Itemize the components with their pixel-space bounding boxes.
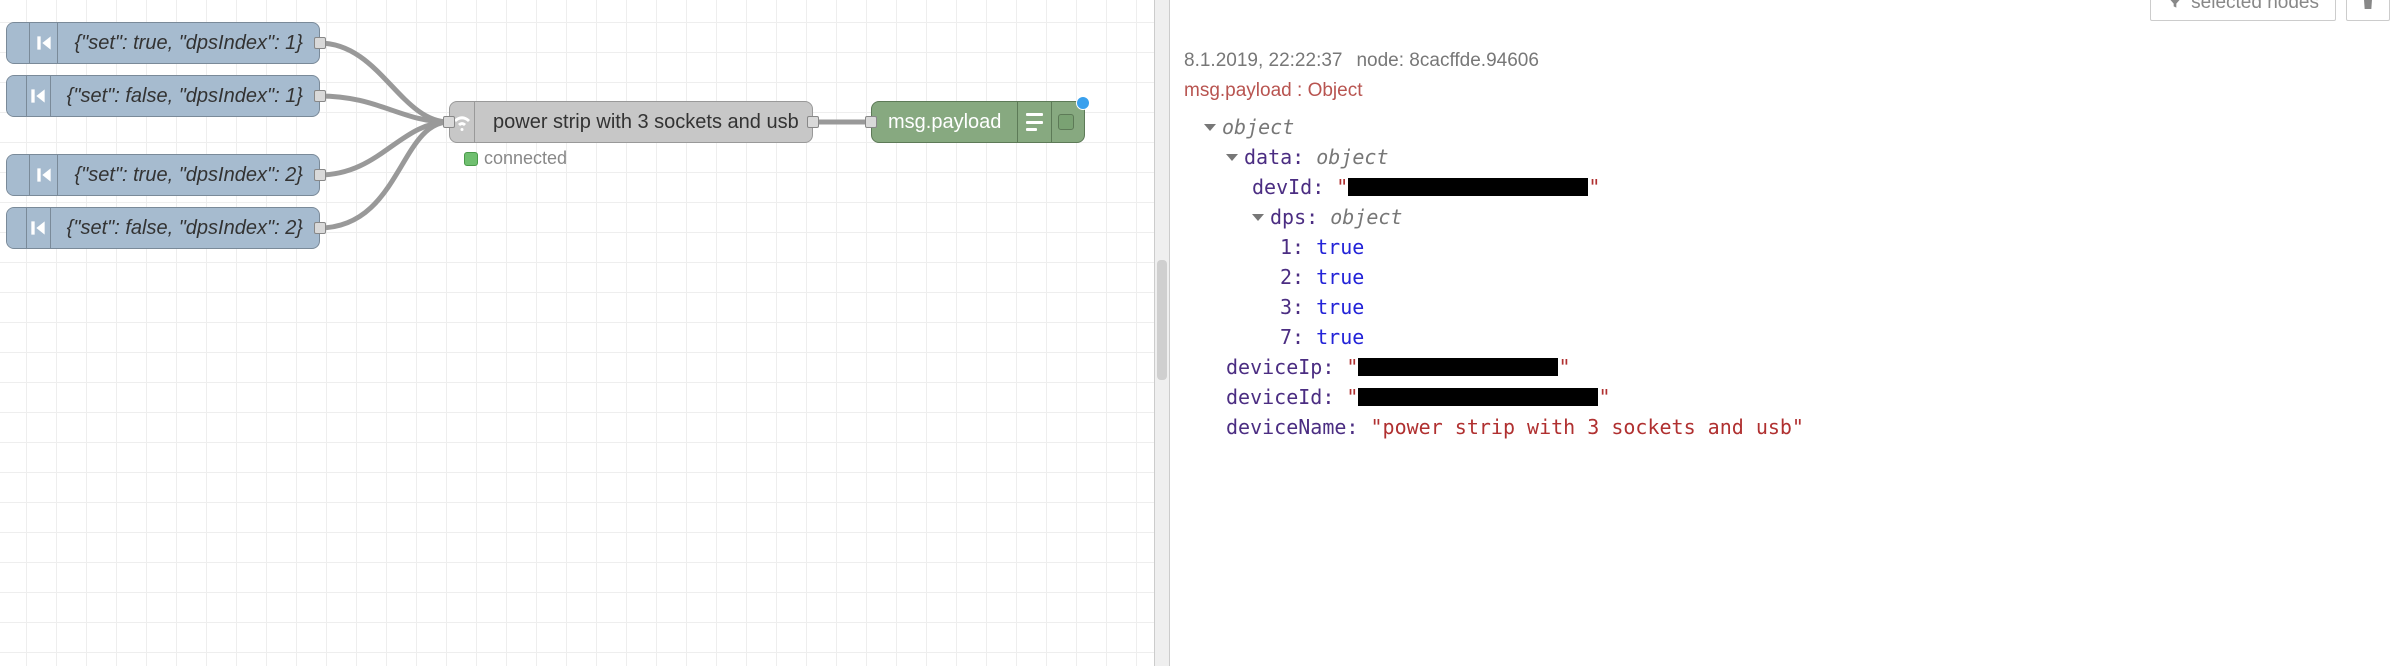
device-node-status: connected [464,148,567,169]
status-text: connected [484,148,567,169]
tree-row-object[interactable]: object [1184,112,2390,142]
tree-row-deviceip[interactable]: deviceIp: " " [1184,352,2390,382]
inject-trigger-button[interactable] [7,23,30,63]
tree-bool: true [1316,232,1364,262]
tree-bool: true [1316,262,1364,292]
tree-bool: true [1316,292,1364,322]
tree-string: "power strip with 3 sockets and usb" [1371,412,1804,442]
debug-msg-type: msg.payload : Object [1184,80,2390,102]
device-node-label: power strip with 3 sockets and usb [475,111,817,134]
scrollbar-handle[interactable] [1157,260,1167,380]
debug-toggle-button[interactable] [1051,102,1079,142]
debug-meta-row: 8.1.2019, 22:22:37 node: 8cacffde.94606 [1184,50,2390,72]
output-port[interactable] [314,37,326,49]
output-port[interactable] [807,116,819,128]
tree-bool: true [1316,322,1364,352]
tree-row-data[interactable]: data: object [1184,142,2390,172]
inject-label: {"set": true, "dpsIndex": 2} [58,164,319,187]
output-port[interactable] [314,169,326,181]
status-dot-icon [464,152,478,166]
inject-node-set-false-2[interactable]: {"set": false, "dpsIndex": 2} [6,207,320,249]
caret-icon[interactable] [1226,154,1238,161]
debug-tree[interactable]: object data: object devId: " " dps: obje… [1184,112,2390,442]
tree-key: dps: [1270,202,1318,232]
debug-list-icon [1017,102,1051,142]
tree-row-dps-7[interactable]: 7: true [1184,322,2390,352]
tree-type: object [1316,142,1388,172]
debug-node-label: msg.payload [872,111,1017,134]
tree-quote: " [1588,172,1600,202]
flow-workspace[interactable]: {"set": true, "dpsIndex": 1} {"set": fal… [0,0,1154,666]
tree-key: data: [1244,142,1304,172]
input-port[interactable] [865,116,877,128]
inject-node-set-true-2[interactable]: {"set": true, "dpsIndex": 2} [6,154,320,196]
tree-quote: " [1598,382,1610,412]
input-port[interactable] [443,116,455,128]
tree-row-devid[interactable]: devId: " " [1184,172,2390,202]
inject-trigger-button[interactable] [7,155,30,195]
tree-quote: " [1336,172,1348,202]
caret-icon[interactable] [1204,124,1216,131]
debug-timestamp: 8.1.2019, 22:22:37 [1184,50,1342,72]
inject-label: {"set": true, "dpsIndex": 1} [58,32,319,55]
inject-icon [27,76,51,116]
inject-trigger-button[interactable] [7,208,27,248]
sidebar-resize-gutter[interactable] [1154,0,1170,666]
tree-quote: " [1558,352,1570,382]
tree-type: object [1330,202,1402,232]
debug-sidebar: selected nodes 8.1.2019, 22:22:37 node: … [1170,0,2404,666]
tree-row-devicename[interactable]: deviceName: "power strip with 3 sockets … [1184,412,2390,442]
tree-key: 1: [1280,232,1304,262]
device-node[interactable]: power strip with 3 sockets and usb [449,101,813,143]
inject-icon [30,23,58,63]
redacted-value [1358,358,1558,376]
sidebar-toolbar: selected nodes [1184,0,2390,26]
inject-node-set-true-1[interactable]: {"set": true, "dpsIndex": 1} [6,22,320,64]
tree-key: deviceName: [1226,412,1358,442]
inject-trigger-button[interactable] [7,76,27,116]
tree-key: devId: [1252,172,1324,202]
tree-key: 2: [1280,262,1304,292]
caret-icon[interactable] [1252,214,1264,221]
redacted-value [1348,178,1588,196]
inject-icon [27,208,51,248]
tree-key: 3: [1280,292,1304,322]
tree-key: deviceId: [1226,382,1334,412]
clear-debug-button[interactable] [2346,0,2390,21]
redacted-value [1358,388,1598,406]
selected-nodes-button[interactable]: selected nodes [2150,0,2336,21]
trash-icon [2360,0,2376,11]
output-port[interactable] [314,222,326,234]
tree-row-dps[interactable]: dps: object [1184,202,2390,232]
inject-icon [30,155,58,195]
tree-quote: " [1346,382,1358,412]
inject-node-set-false-1[interactable]: {"set": false, "dpsIndex": 1} [6,75,320,117]
debug-node-id: node: 8cacffde.94606 [1356,50,1538,72]
debug-node[interactable]: msg.payload [871,101,1085,143]
tree-row-dps-2[interactable]: 2: true [1184,262,2390,292]
tree-row-dps-3[interactable]: 3: true [1184,292,2390,322]
changed-indicator-icon [1076,96,1090,110]
inject-label: {"set": false, "dpsIndex": 1} [51,85,319,108]
filter-icon [2167,0,2183,11]
tree-type: object [1222,112,1294,142]
tree-key: deviceIp: [1226,352,1334,382]
inject-label: {"set": false, "dpsIndex": 2} [51,217,319,240]
tree-key: 7: [1280,322,1304,352]
selected-nodes-label: selected nodes [2191,0,2319,14]
tree-quote: " [1346,352,1358,382]
tree-row-deviceid[interactable]: deviceId: " " [1184,382,2390,412]
output-port[interactable] [314,90,326,102]
tree-row-dps-1[interactable]: 1: true [1184,232,2390,262]
